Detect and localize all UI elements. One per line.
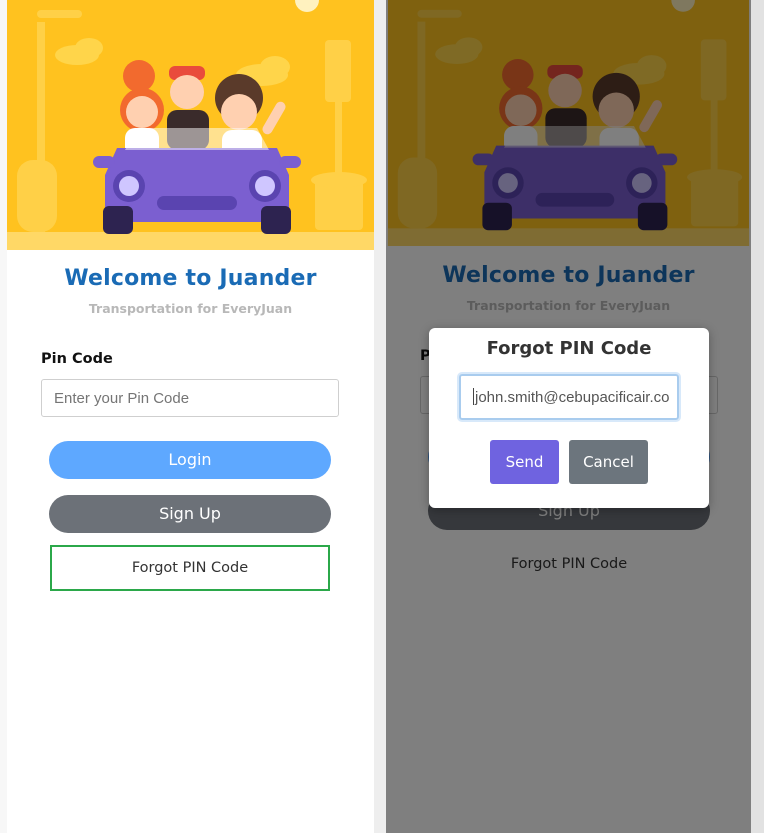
cancel-button[interactable]: Cancel <box>569 440 648 484</box>
app-title: Welcome to Juander <box>64 266 317 291</box>
send-button[interactable]: Send <box>490 440 559 484</box>
email-input-value: john.smith@cebupacificair.co <box>475 389 670 406</box>
pin-code-input[interactable] <box>41 379 339 417</box>
forgot-pin-link[interactable]: Forgot PIN Code <box>50 545 330 591</box>
forgot-pin-screen: Welcome to Juander Transportation for Ev… <box>386 0 751 833</box>
panel-divider <box>374 0 386 833</box>
text-caret <box>473 388 474 405</box>
pin-code-label: Pin Code <box>41 351 113 367</box>
dialog-title: Forgot PIN Code <box>486 338 652 359</box>
email-input[interactable]: john.smith@cebupacificair.co <box>459 374 679 420</box>
sign-up-button[interactable]: Sign Up <box>49 495 331 533</box>
login-button[interactable]: Login <box>49 441 331 479</box>
login-screen: Welcome to Juander Transportation for Ev… <box>7 0 374 833</box>
forgot-pin-dialog: Forgot PIN Code john.smith@cebupacificai… <box>429 328 709 508</box>
scrollbar-track[interactable] <box>751 0 764 833</box>
hero-illustration <box>7 0 374 250</box>
app-subtitle: Transportation for EveryJuan <box>88 301 293 316</box>
